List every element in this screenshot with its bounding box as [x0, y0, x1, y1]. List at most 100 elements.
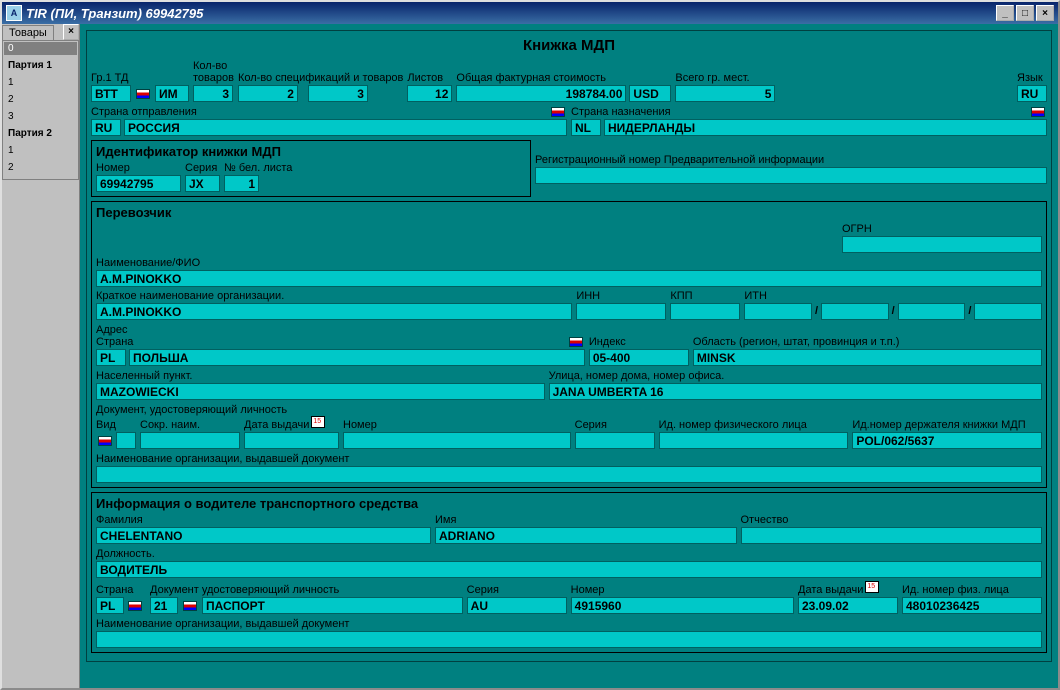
lbl-idx: Индекс — [589, 336, 689, 348]
lbl-dser: Серия — [467, 584, 567, 596]
mdp-wl-field[interactable]: 1 — [224, 175, 259, 192]
inn-field[interactable] — [576, 303, 666, 320]
flag-icon — [183, 601, 197, 611]
issuer-field[interactable] — [96, 466, 1042, 483]
side-item[interactable]: 2 — [4, 161, 77, 174]
lbl-cnt: Кол-во товаров — [193, 60, 234, 84]
lbl-spec: Кол-во спецификаций и товаров — [238, 72, 403, 84]
cur-field[interactable]: USD — [629, 85, 671, 102]
from-code-field[interactable]: RU — [91, 119, 121, 136]
titlebar: A TIR (ПИ, Транзит) 69942795 _ □ × — [2, 2, 1058, 24]
cnt-field[interactable]: 3 — [193, 85, 233, 102]
itn4-field[interactable] — [974, 303, 1042, 320]
inv-field[interactable]: 198784.00 — [456, 85, 626, 102]
fam-field[interactable]: CHELENTANO — [96, 527, 431, 544]
region-field[interactable]: MINSK — [693, 349, 1042, 366]
ot-field[interactable] — [741, 527, 1043, 544]
holder-field[interactable]: POL/062/5637 — [852, 432, 1042, 449]
side-item[interactable]: 1 — [4, 76, 77, 89]
driver-box: Информация о водителе транспортного сред… — [91, 492, 1047, 653]
lbl-dcountry: Страна — [96, 584, 146, 596]
main-area: Книжка МДП Гр.1 ТД ВТТ ИМ Кол-во товаров… — [80, 24, 1058, 688]
itn3-field[interactable] — [898, 303, 966, 320]
lbl-didnum: Ид. номер физ. лица — [902, 584, 1042, 596]
city-field[interactable]: MAZOWIECKI — [96, 383, 545, 400]
side-tab-goods[interactable]: Товары — [2, 25, 54, 40]
spec-b-field[interactable]: 3 — [308, 85, 368, 102]
mdp-title: Идентификатор книжки МДП — [96, 144, 526, 159]
idnum-field[interactable] — [659, 432, 849, 449]
calendar-icon[interactable] — [311, 416, 325, 428]
mdp-num-field[interactable]: 69942795 — [96, 175, 181, 192]
to-code-field[interactable]: NL — [571, 119, 601, 136]
lbl-abbr: Сокр. наим. — [140, 419, 240, 431]
flag-icon — [569, 337, 583, 347]
side-list: 0 Партия 1 1 2 3 Партия 2 1 2 — [2, 40, 79, 180]
street-field[interactable]: JANA UMBERTA 16 — [549, 383, 1042, 400]
side-item[interactable]: Партия 2 — [4, 127, 77, 140]
ddoc-name-field[interactable]: ПАСПОРТ — [202, 597, 463, 614]
lbl-dissuer: Наименование организации, выдавшей докум… — [96, 618, 1042, 630]
lbl-short: Краткое наименование организации. — [96, 290, 572, 302]
lbl-issuer: Наименование организации, выдавшей докум… — [96, 453, 1042, 465]
kpp-field[interactable] — [670, 303, 740, 320]
cser-field[interactable] — [575, 432, 655, 449]
ogrn-field[interactable] — [842, 236, 1042, 253]
to-name-field[interactable]: НИДЕРЛАНДЫ — [604, 119, 1047, 136]
pos-field[interactable]: ВОДИТЕЛЬ — [96, 561, 1042, 578]
ac-code-field[interactable]: PL — [96, 349, 126, 366]
lbl-cnum: Номер — [343, 419, 571, 431]
lbl-mdp-ser: Серия — [185, 162, 220, 174]
ddate-field[interactable]: 23.09.02 — [798, 597, 898, 614]
calendar-icon[interactable] — [865, 581, 879, 593]
side-item[interactable]: 1 — [4, 144, 77, 157]
lbl-carrier-name: Наименование/ФИО — [96, 257, 1042, 269]
cnum-field[interactable] — [343, 432, 571, 449]
lbl-cdate: Дата выдачи — [244, 416, 339, 431]
dser-field[interactable]: AU — [467, 597, 567, 614]
carrier-short-field[interactable]: A.M.PINOKKO — [96, 303, 572, 320]
lbl-ot: Отчество — [741, 514, 1043, 526]
dcountry-field[interactable]: PL — [96, 597, 124, 614]
side-item[interactable]: Партия 1 — [4, 59, 77, 72]
lbl-places: Всего гр. мест. — [675, 72, 775, 84]
carrier-name-field[interactable]: A.M.PINOKKO — [96, 270, 1042, 287]
from-name-field[interactable]: РОССИЯ — [124, 119, 567, 136]
ac-name-field[interactable]: ПОЛЬША — [129, 349, 585, 366]
side-item[interactable]: 0 — [4, 42, 77, 55]
lbl-addr: Адрес — [96, 324, 1042, 336]
sheets-field[interactable]: 12 — [407, 85, 452, 102]
im-field[interactable]: ИМ — [155, 85, 189, 102]
side-close-button[interactable]: × — [63, 24, 79, 40]
lbl-cser: Серия — [575, 419, 655, 431]
side-item[interactable]: 3 — [4, 110, 77, 123]
ddoc-code-field[interactable]: 21 — [150, 597, 178, 614]
maximize-button[interactable]: □ — [1016, 5, 1034, 21]
lbl-city: Населенный пункт. — [96, 370, 545, 382]
cdate-field[interactable] — [244, 432, 339, 449]
reg-field[interactable] — [535, 167, 1047, 184]
side-item[interactable]: 2 — [4, 93, 77, 106]
im-field[interactable]: ADRIANO — [435, 527, 737, 544]
places-field[interactable]: 5 — [675, 85, 775, 102]
itn1-field[interactable] — [744, 303, 812, 320]
lbl-mdp-num: Номер — [96, 162, 181, 174]
abbr-field[interactable] — [140, 432, 240, 449]
itn2-field[interactable] — [821, 303, 889, 320]
dissuer-field[interactable] — [96, 631, 1042, 648]
close-button[interactable]: × — [1036, 5, 1054, 21]
dnum-field[interactable]: 4915960 — [571, 597, 794, 614]
idx-field[interactable]: 05-400 — [589, 349, 689, 366]
spec-a-field[interactable]: 2 — [238, 85, 298, 102]
minimize-button[interactable]: _ — [996, 5, 1014, 21]
app-window: A TIR (ПИ, Транзит) 69942795 _ □ × Товар… — [0, 0, 1060, 690]
carrier-box: Перевозчик ОГРН Наименование/ФИО A.M.PIN… — [91, 201, 1047, 488]
lang-field[interactable]: RU — [1017, 85, 1047, 102]
kind-field[interactable] — [116, 432, 136, 449]
lbl-pos: Должность. — [96, 548, 1042, 560]
gr1td-field[interactable]: ВТТ — [91, 85, 131, 102]
flag-icon — [98, 436, 112, 446]
flag-icon — [1031, 107, 1045, 117]
didnum-field[interactable]: 48010236425 — [902, 597, 1042, 614]
mdp-ser-field[interactable]: JX — [185, 175, 220, 192]
